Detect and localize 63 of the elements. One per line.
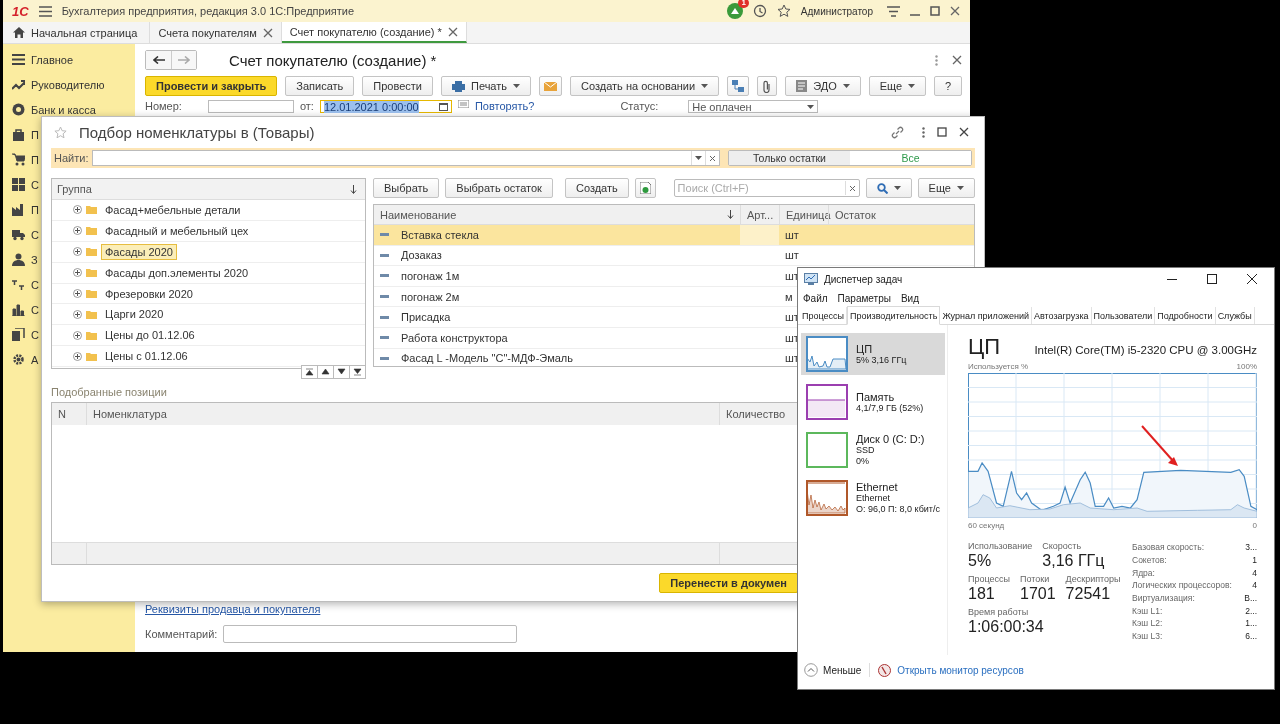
notification-badge: 1 bbox=[738, 0, 749, 8]
axis-label: 60 секунд bbox=[968, 521, 1005, 531]
detail-value: 6... bbox=[1245, 631, 1257, 642]
search-label: Найти: bbox=[54, 152, 89, 164]
stat-value: 1:06:00:34 bbox=[968, 617, 1044, 637]
detail-label: Ядра: bbox=[1132, 567, 1155, 578]
resource-detail: 0% bbox=[856, 456, 870, 467]
field-label: Номер: bbox=[145, 100, 182, 113]
stat-label: Скорость bbox=[1042, 541, 1083, 551]
section-label: Подобранные позиции bbox=[51, 386, 168, 398]
detail-value: 2... bbox=[1245, 605, 1257, 616]
detail-value: 1... bbox=[1245, 618, 1257, 629]
stat-label: Процессы bbox=[968, 574, 1010, 584]
resource-detail: О: 96,0 П: 8,0 кбит/с bbox=[856, 504, 940, 515]
detail-label: Логических процессоров: bbox=[1132, 580, 1232, 591]
detail-value: 4 bbox=[1252, 567, 1257, 578]
detail-label: Кэш L2: bbox=[1132, 618, 1163, 629]
field-label: Статус: bbox=[620, 100, 659, 113]
resource-name: Память bbox=[856, 390, 896, 403]
field-label: Комментарий: bbox=[145, 627, 218, 641]
stat-label: Дескрипторы bbox=[1065, 574, 1121, 584]
logo: 1С bbox=[12, 3, 29, 19]
resource-detail: 4,1/7,9 ГБ (52%) bbox=[856, 402, 924, 414]
stat-value: 72541 bbox=[1065, 584, 1112, 604]
stat-value: 1701 bbox=[1020, 584, 1056, 604]
window-title: Бухгалтерия предприятия, редакция 3.0 1С:Предприятие bbox=[61, 5, 355, 17]
stat-value: 181 bbox=[968, 584, 996, 604]
stat-label: Потоки bbox=[1020, 574, 1051, 584]
axis-label: Используется % bbox=[968, 362, 1029, 372]
window-title: Диспетчер задач bbox=[824, 273, 903, 285]
resource-detail: SSD bbox=[856, 445, 876, 456]
table-cell: м bbox=[785, 290, 793, 303]
form-title: Счет покупателю (создание) * bbox=[229, 51, 437, 69]
resource-name: ЦП bbox=[856, 342, 874, 355]
field-label: от: bbox=[299, 100, 314, 113]
table-cell: шт bbox=[785, 331, 799, 344]
detail-label: Кэш L3: bbox=[1132, 631, 1163, 642]
resource-detail: Ethernet bbox=[856, 493, 892, 504]
stat-value: 5% bbox=[968, 551, 993, 571]
detail-value: В... bbox=[1244, 593, 1257, 604]
resource-name: Ethernet bbox=[856, 481, 899, 493]
axis-label: 100% bbox=[1236, 362, 1257, 372]
detail-value: 3... bbox=[1245, 542, 1257, 553]
table-cell: шт bbox=[785, 352, 799, 365]
resource-detail: 5% 3,16 ГГц bbox=[856, 354, 907, 366]
resource-name: Диск 0 (C: D:) bbox=[856, 433, 925, 445]
detail-label: Виртуализация: bbox=[1132, 593, 1195, 604]
detail-label: Сокетов: bbox=[1132, 555, 1167, 566]
detail-label: Кэш L1: bbox=[1132, 605, 1163, 616]
detail-label: Базовая скорость: bbox=[1132, 542, 1205, 553]
stat-label: Использование bbox=[968, 541, 1033, 551]
stat-value: 3,16 ГГц bbox=[1042, 551, 1105, 571]
detail-value: 1 bbox=[1252, 555, 1257, 566]
axis-label: 0 bbox=[1252, 521, 1257, 531]
section-title: ЦП bbox=[968, 335, 1001, 359]
table-cell: шт bbox=[785, 311, 799, 324]
dialog-title: Подбор номенклатуры в (Товары) bbox=[79, 123, 315, 141]
cpu-model: Intel(R) Core(TM) i5-2320 CPU @ 3.00GHz bbox=[1034, 344, 1257, 358]
detail-value: 4 bbox=[1252, 580, 1257, 591]
table-cell: шт bbox=[779, 225, 828, 245]
table-cell: шт bbox=[785, 270, 799, 282]
stat-label: Время работы bbox=[968, 607, 1030, 617]
table-cell: шт bbox=[785, 249, 799, 262]
